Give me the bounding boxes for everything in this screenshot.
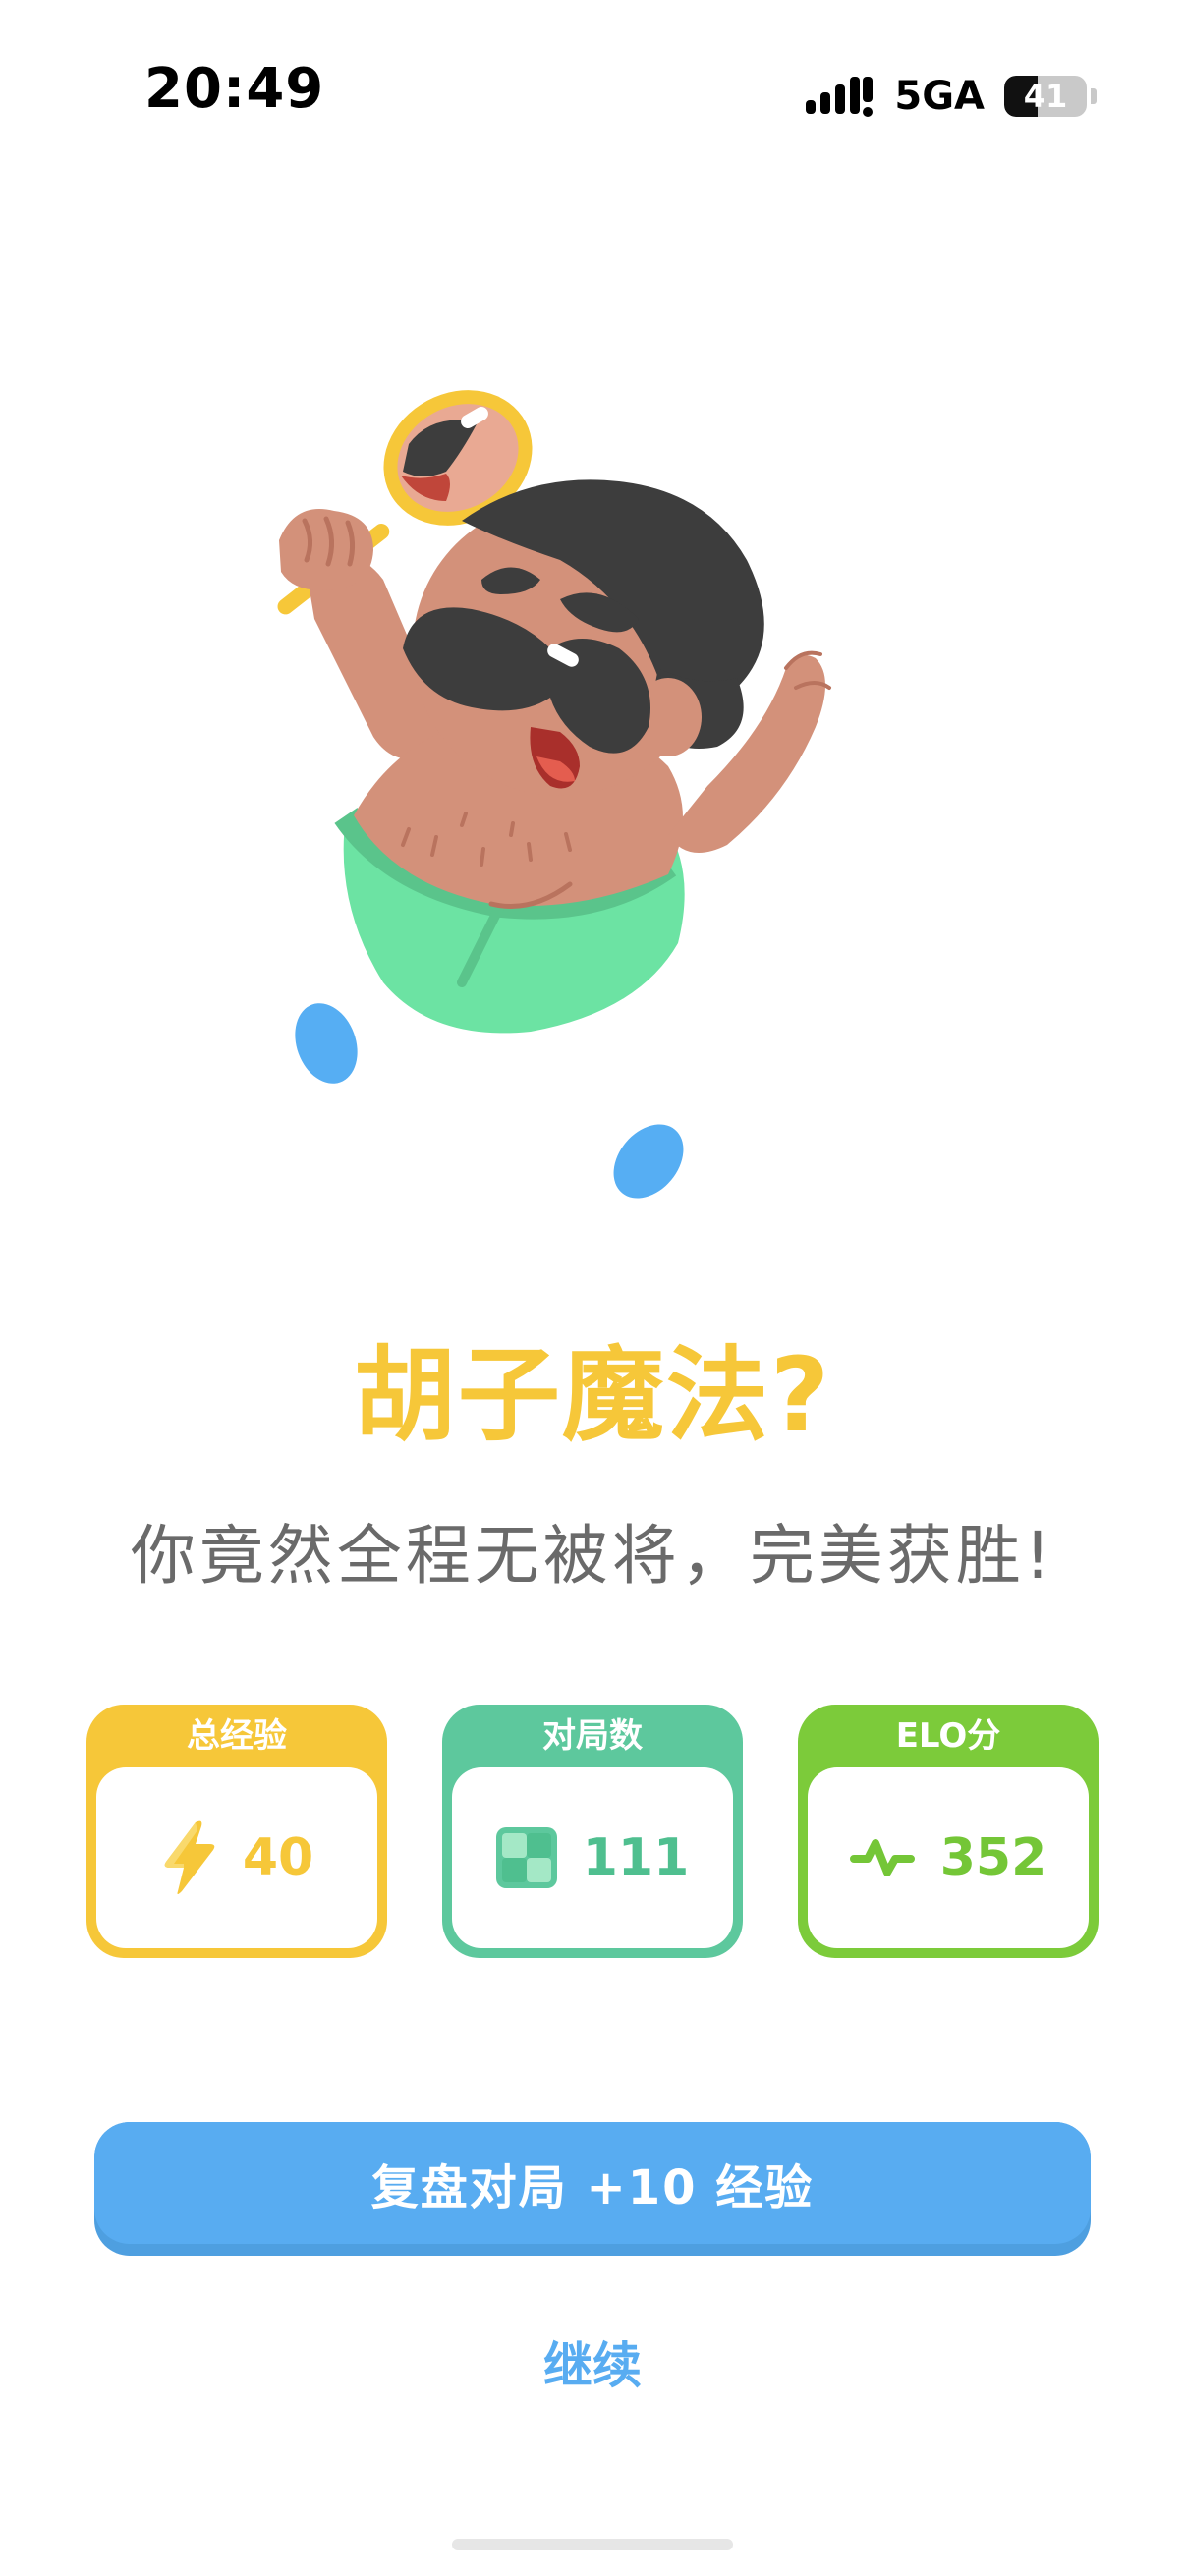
lightning-icon [164,1820,215,1894]
mustache-character-illustration [277,390,831,1199]
status-indicators: 5GA 41 [806,67,1097,126]
network-type-label: 5GA [894,74,985,119]
stat-body: 111 [452,1767,733,1948]
cellular-signal-icon [806,77,874,117]
stat-card-total-xp: 总经验 40 [86,1705,387,1958]
stat-card-elo: ELO分 352 [798,1705,1099,1958]
battery-icon: 41 [1004,76,1087,117]
stat-value: 352 [939,1828,1047,1887]
stat-label: 对局数 [542,1716,643,1756]
result-subtitle: 你竟然全程无被将，完美获胜! [130,1518,1055,1594]
pulse-icon [849,1839,915,1876]
chessboard-icon [495,1827,557,1888]
continue-button[interactable]: 继续 [0,2326,1185,2397]
result-title: 胡子魔法? [353,1335,832,1455]
battery-level-text: 41 [1023,78,1068,115]
stat-card-games-played: 对局数 111 [442,1705,743,1958]
status-time: 20:49 [144,57,325,121]
status-bar: 20:49 5GA 41 [0,0,1185,187]
stat-value: 40 [242,1828,314,1887]
stat-body: 352 [808,1767,1089,1948]
review-game-button[interactable]: 复盘对局 +10 经验 [94,2122,1091,2256]
stat-value: 111 [582,1828,690,1887]
stat-label: ELO分 [895,1716,1001,1756]
stats-row: 总经验 40 对局数 111 ELO分 352 [86,1705,1099,1960]
home-indicator [452,2539,733,2550]
stat-label: 总经验 [187,1716,287,1756]
review-game-button-label: 复盘对局 +10 经验 [94,2122,1091,2244]
stat-body: 40 [96,1767,377,1948]
battery-tip [1091,88,1097,104]
